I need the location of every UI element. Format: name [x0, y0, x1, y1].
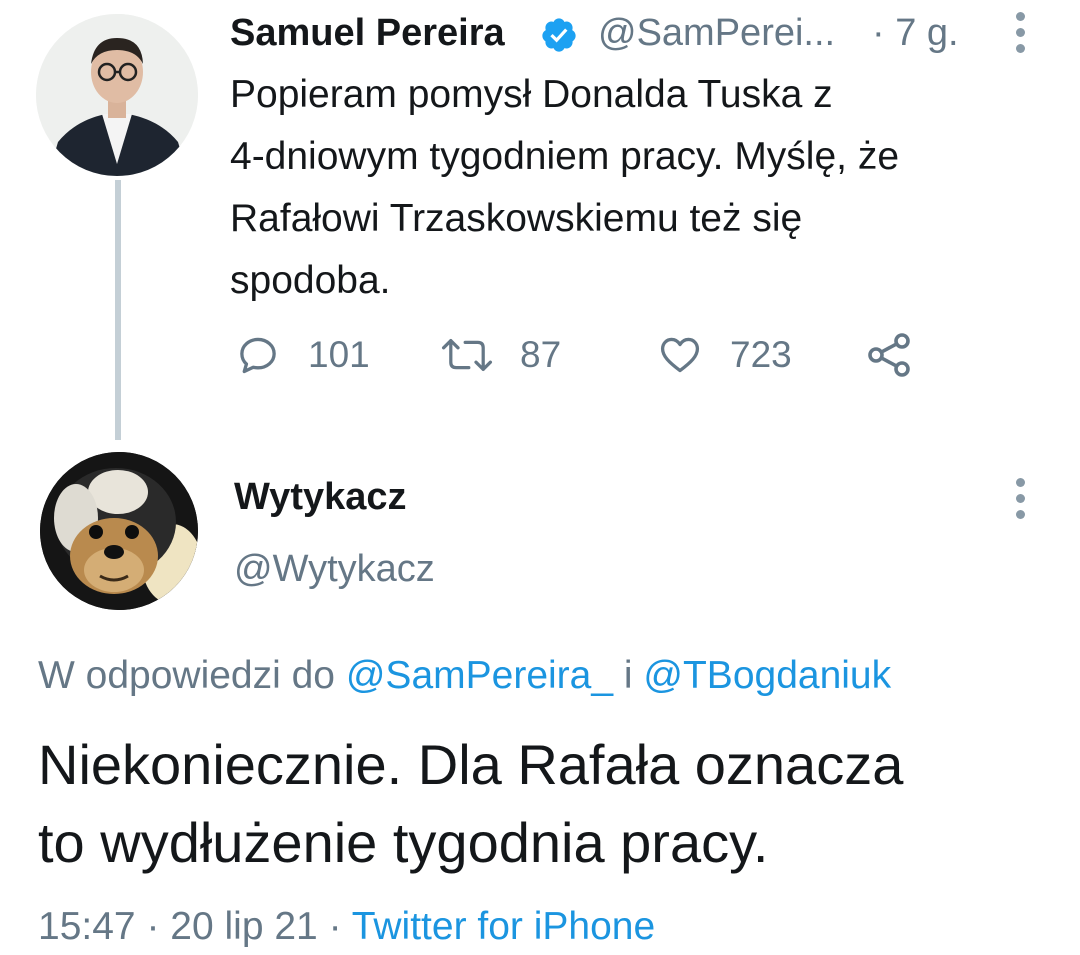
more-vertical-icon[interactable] — [1014, 478, 1026, 526]
author-avatar-samuel-pereira[interactable] — [36, 14, 198, 176]
thread-connector-line — [115, 180, 121, 440]
tweet-text: Niekoniecznie. Dla Rafała oznacza to wyd… — [38, 726, 1058, 882]
tweet-time[interactable]: 15:47 — [38, 905, 136, 948]
reply-context: W odpowiedzi do @SamPereira_ i @TBogdani… — [38, 648, 891, 704]
reply-count: 101 — [308, 334, 370, 375]
mention-link[interactable]: @TBogdaniuk — [643, 654, 891, 697]
share-icon[interactable] — [866, 331, 914, 379]
meta-separator: · — [317, 905, 352, 948]
tweet-meta: 15:47 · 20 lip 21 · Twitter for iPhone — [38, 900, 655, 954]
tweet-text: Popieram pomysł Donalda Tuska z 4-dniowy… — [230, 64, 990, 312]
meta-separator: · — [135, 905, 171, 948]
author-name[interactable]: Samuel Pereira — [230, 8, 505, 58]
author-handle[interactable]: @Wytykacz — [234, 544, 435, 594]
tweet-text-line: 4-dniowym tygodniem pracy. Myślę, że — [230, 135, 900, 178]
tweet-text-line: spodoba. — [230, 259, 391, 302]
tweet-date[interactable]: 20 lip 21 — [170, 905, 317, 948]
tweet-source-link[interactable]: Twitter for iPhone — [352, 905, 655, 948]
mention-link[interactable]: @SamPereira_ — [346, 654, 613, 697]
verified-badge-icon — [542, 18, 576, 52]
tweet-text-line: Popieram pomysł Donalda Tuska z — [230, 73, 833, 116]
retweet-count: 87 — [520, 334, 562, 375]
reply-icon[interactable] — [236, 333, 280, 377]
more-vertical-icon[interactable] — [1014, 12, 1026, 60]
author-name[interactable]: Wytykacz — [234, 472, 407, 522]
reply-context-joiner: i — [613, 654, 644, 697]
retweet-icon[interactable] — [440, 333, 494, 377]
tweet-text-line: to wydłużenie tygodnia pracy. — [38, 811, 769, 874]
author-avatar-wytykacz[interactable] — [40, 452, 198, 610]
tweet-text-line: Niekoniecznie. Dla Rafała oznacza — [38, 733, 904, 796]
tweet-timestamp[interactable]: · 7 g. — [872, 8, 959, 58]
tweet-text-line: Rafałowi Trzaskowskiemu też się — [230, 197, 803, 240]
author-handle[interactable]: @SamPerei... — [598, 8, 835, 58]
heart-icon[interactable] — [658, 333, 702, 377]
reply-context-prefix: W odpowiedzi do — [38, 654, 346, 697]
like-count: 723 — [730, 334, 792, 375]
